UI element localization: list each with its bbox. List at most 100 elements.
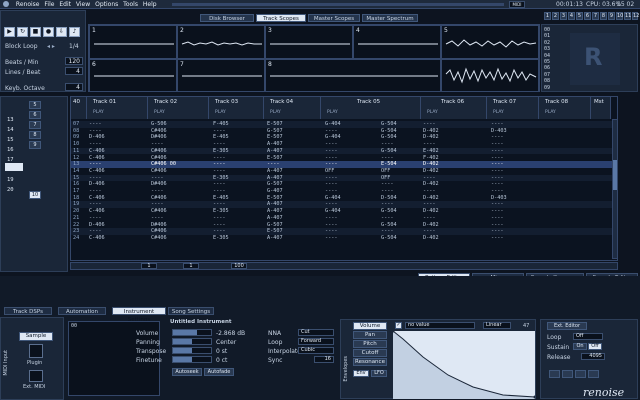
note-cell[interactable]: D#406 xyxy=(151,222,167,229)
volume-slider[interactable] xyxy=(172,329,212,336)
note-cell[interactable]: ---- xyxy=(151,188,164,195)
envelope-interp-select[interactable]: Linear xyxy=(483,322,511,329)
menu-help[interactable]: Help xyxy=(143,0,157,9)
note-cell[interactable]: ---- xyxy=(213,188,226,195)
loop-select[interactable]: Forward xyxy=(298,338,334,345)
note-cell[interactable]: A-407 xyxy=(267,208,283,215)
note-cell[interactable]: C#406 xyxy=(151,155,167,162)
note-cell[interactable]: ---- xyxy=(89,121,102,128)
note-cell[interactable]: C-406 xyxy=(89,155,105,162)
note-cell[interactable]: E-405 xyxy=(213,195,229,202)
note-cell[interactable]: ---- xyxy=(213,201,226,208)
note-cell[interactable]: E-507 xyxy=(267,228,283,235)
note-cell[interactable]: ---- xyxy=(491,208,504,215)
note-cell[interactable]: ---- xyxy=(325,228,338,235)
line-count[interactable]: 40 xyxy=(73,99,80,105)
note-cell[interactable]: C#406 xyxy=(151,195,167,202)
note-cell[interactable]: ---- xyxy=(491,134,504,141)
note-cell[interactable]: ---- xyxy=(491,168,504,175)
note-cell[interactable]: G-407 xyxy=(267,188,283,195)
track-number-button[interactable]: 9 xyxy=(608,12,615,20)
note-cell[interactable]: D-406 xyxy=(89,134,105,141)
track-header-04[interactable]: Track 04 PLAY xyxy=(264,97,321,119)
envelope-value-field[interactable]: no value xyxy=(405,322,475,329)
note-cell[interactable]: A-407 xyxy=(267,235,283,242)
menu-view[interactable]: View xyxy=(76,0,90,9)
note-cell[interactable]: E-305 xyxy=(213,235,229,242)
note-cell[interactable]: C#406 xyxy=(151,168,167,175)
note-cell[interactable]: ---- xyxy=(213,228,226,235)
note-cell[interactable]: C#406 xyxy=(151,128,167,135)
note-cell[interactable]: ---- xyxy=(89,141,102,148)
lfo-tab-button[interactable]: LFO xyxy=(371,370,387,377)
sequence-row[interactable]: 14 xyxy=(7,125,14,135)
edit-step-value[interactable]: 1 xyxy=(141,263,157,269)
note-cell[interactable]: G-504 xyxy=(381,235,397,242)
note-cell[interactable]: E-405 xyxy=(213,134,229,141)
track-number-button[interactable]: 8 xyxy=(600,12,607,20)
sequence-cell[interactable]: 8 xyxy=(29,131,41,139)
note-cell[interactable]: ---- xyxy=(213,141,226,148)
tab-disk-browser[interactable]: Disk Browser xyxy=(200,14,254,22)
note-cell[interactable]: ---- xyxy=(89,175,102,182)
note-cell[interactable]: A-407 xyxy=(267,148,283,155)
pattern-length-value[interactable]: 1 xyxy=(183,263,199,269)
note-cell[interactable]: ---- xyxy=(423,175,436,182)
track-header-master[interactable]: Mst xyxy=(591,97,611,119)
note-cell[interactable]: C-406 xyxy=(89,235,105,242)
note-cell[interactable]: ---- xyxy=(491,188,504,195)
note-cell[interactable]: ---- xyxy=(213,168,226,175)
note-cell[interactable]: ---- xyxy=(213,215,226,222)
note-cell[interactable]: ---- xyxy=(151,215,164,222)
sequence-row[interactable]: 13 xyxy=(7,115,14,125)
note-cell[interactable]: ---- xyxy=(325,201,338,208)
env-resonance-button[interactable]: Resonance xyxy=(353,358,387,366)
note-cell[interactable]: ---- xyxy=(151,201,164,208)
env-point-button[interactable] xyxy=(562,370,573,378)
release-value[interactable]: 4095 xyxy=(581,353,605,360)
note-cell[interactable]: ---- xyxy=(325,215,338,222)
note-cell[interactable]: E-402 xyxy=(423,148,439,155)
note-cell[interactable]: A-407 xyxy=(267,215,283,222)
env-point-button[interactable] xyxy=(549,370,560,378)
tab-master-spectrum[interactable]: Master Spectrum xyxy=(362,14,418,22)
pattern-row[interactable]: 23 ---- C#406 ---- E-507 ---- ---- ---- ---- xyxy=(71,228,617,235)
sequence-cell[interactable]: 10 xyxy=(29,191,41,199)
autoseek-button[interactable]: Autoseek xyxy=(172,368,202,376)
note-cell[interactable]: A-407 xyxy=(267,141,283,148)
note-cell[interactable]: D-403 xyxy=(491,195,507,202)
envelope-graph[interactable] xyxy=(393,331,535,399)
note-cell[interactable]: G-504 xyxy=(381,222,397,229)
pattern-row[interactable]: 21 ---- ---- ---- A-407 ---- ---- ---- ---- xyxy=(71,215,617,222)
track-number-button[interactable]: 6 xyxy=(584,12,591,20)
note-cell[interactable]: ---- xyxy=(89,161,102,168)
track-header-05[interactable]: Track 05 PLAY xyxy=(321,97,421,119)
pattern-row[interactable]: 14 C-406 C#406 ---- A-407 OFF OFF D-402 ---- xyxy=(71,168,617,175)
bpm-value[interactable]: 120 xyxy=(65,57,83,65)
note-cell[interactable]: C#406 xyxy=(151,228,167,235)
tab-instrument-settings[interactable]: Instrument Settings xyxy=(112,307,166,323)
pattern-row[interactable]: 15 ---- ---- E-305 A-407 ---- OFF ---- ---- xyxy=(71,174,617,182)
note-cell[interactable]: D#406 xyxy=(151,181,167,188)
env-cutoff-button[interactable]: Cutoff xyxy=(353,349,387,357)
note-cell[interactable]: D-402 xyxy=(423,168,439,175)
note-cell[interactable]: OFF xyxy=(381,168,390,175)
note-cell[interactable]: F-402 xyxy=(423,155,439,162)
note-cell[interactable]: G-504 xyxy=(381,208,397,215)
volume-value[interactable]: 100 xyxy=(231,263,247,269)
note-cell[interactable]: C-406 xyxy=(89,195,105,202)
block-loop-arrows[interactable]: ◂ ▸ xyxy=(47,43,55,50)
pattern-row[interactable]: 07 ---- G-506 F-405 E-507 G-404 G-504 ---- ---- xyxy=(71,121,617,128)
finetune-slider[interactable] xyxy=(172,356,212,363)
panning-slider[interactable] xyxy=(172,338,212,345)
note-cell[interactable]: ---- xyxy=(325,188,338,195)
note-cell[interactable]: C#406 xyxy=(151,148,167,155)
note-cell[interactable]: ---- xyxy=(423,141,436,148)
track-number-button[interactable]: 7 xyxy=(592,12,599,20)
sustain-on-button[interactable]: On xyxy=(573,343,587,350)
pattern-row[interactable]: 10 ---- ---- ---- A-407 ---- ---- ---- ---- xyxy=(71,141,617,148)
track-number-button[interactable]: 3 xyxy=(560,12,567,20)
track-number-button[interactable]: 1 xyxy=(544,12,551,20)
note-cell[interactable]: F-405 xyxy=(213,121,229,128)
menu-file[interactable]: File xyxy=(44,0,54,9)
